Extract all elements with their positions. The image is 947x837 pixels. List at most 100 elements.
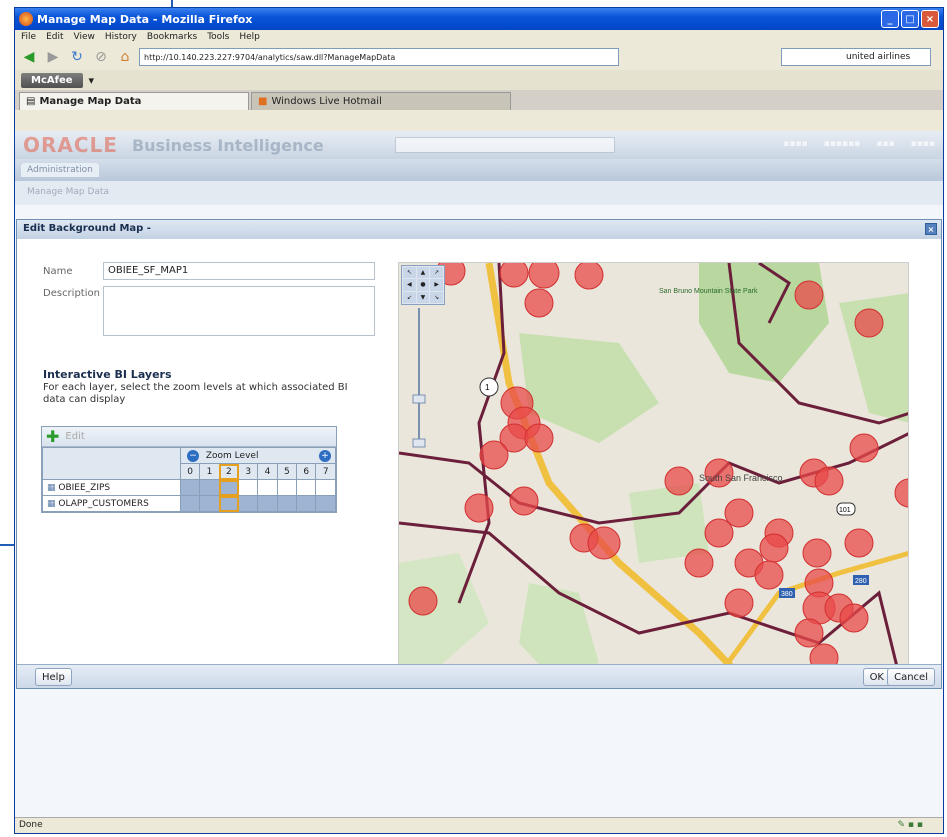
title-bar: Manage Map Data - Mozilla Firefox _ □ × <box>15 8 943 30</box>
zoom-cell[interactable] <box>218 495 240 512</box>
zoom-cell[interactable] <box>257 479 278 496</box>
help-button[interactable]: Help <box>35 668 72 686</box>
layer-icon: ▦ <box>47 482 56 493</box>
map-pan-control[interactable]: ↖ ▲ ↗ ◀ ● ▶ ↙ ▼ ↘ <box>401 265 445 305</box>
pan-sw-icon[interactable]: ↙ <box>403 291 416 303</box>
pan-se-icon[interactable]: ↘ <box>430 291 443 303</box>
menu-history[interactable]: History <box>105 32 137 42</box>
name-field[interactable]: OBIEE_SF_MAP1 <box>103 262 375 280</box>
obi-header: ORACLE Business Intelligence ▪▪▪▪ ▪▪▪▪▪▪ ▪… <box>15 131 943 159</box>
route-101-label: 101 <box>839 507 851 514</box>
route-1-label: 1 <box>485 383 490 392</box>
firefox-icon <box>19 12 33 26</box>
status-text: Done <box>19 820 43 830</box>
description-field[interactable] <box>103 286 375 336</box>
search-input[interactable]: united airlines <box>781 48 931 66</box>
zoom-cell[interactable] <box>199 479 220 496</box>
layers-toolbar: ✚ Edit <box>42 427 336 447</box>
zoom-cell[interactable] <box>296 495 317 512</box>
menu-edit[interactable]: Edit <box>46 32 63 42</box>
menu-tools[interactable]: Tools <box>207 32 229 42</box>
menu-view[interactable]: View <box>74 32 95 42</box>
zoom-cell[interactable] <box>315 495 336 512</box>
pan-s-icon[interactable]: ▼ <box>416 291 430 303</box>
name-label: Name <box>43 266 73 277</box>
home-icon[interactable]: ⌂ <box>115 47 135 67</box>
edit-label[interactable]: Edit <box>65 431 84 442</box>
zoom-out-icon[interactable]: − <box>187 449 199 462</box>
status-addon-icon[interactable]: ✎ ▪ ▪ <box>898 820 923 830</box>
zoom-level-1: 1 <box>199 463 220 480</box>
header-links: ▪▪▪▪ ▪▪▪▪▪▪ ▪▪▪ ▪▪▪▪ <box>783 139 935 149</box>
product-name: Business Intelligence <box>131 135 324 155</box>
background-map[interactable]: 1 101 380 280 South San Francisco San Br… <box>398 262 909 674</box>
maximize-button[interactable]: □ <box>901 10 919 28</box>
add-layer-icon[interactable]: ✚ <box>46 427 59 446</box>
zoom-cell[interactable] <box>179 495 201 512</box>
dialog-close-icon[interactable]: × <box>925 223 937 235</box>
menu-help[interactable]: Help <box>239 32 260 42</box>
pan-nw-icon[interactable]: ↖ <box>403 267 416 279</box>
tab-manage-map-data[interactable]: ▤ Manage Map Data <box>19 92 249 110</box>
pan-e-icon[interactable]: ▶ <box>430 279 443 291</box>
zoom-cell[interactable] <box>218 479 240 496</box>
cancel-button[interactable]: Cancel <box>887 668 935 686</box>
mcafee-button[interactable]: McAfee <box>21 72 83 88</box>
layers-title: Interactive BI Layers <box>43 368 172 381</box>
layers-table: ✚ Edit − Zoom Level + 01234567 ▦ OBIEE_Z… <box>41 426 337 513</box>
zoom-cell[interactable] <box>276 495 298 512</box>
zoom-cell[interactable] <box>296 479 317 496</box>
zoom-header: − Zoom Level + <box>180 447 336 464</box>
zoom-level-2: 2 <box>218 463 240 480</box>
reload-icon[interactable]: ↻ <box>67 47 87 67</box>
window-title: Manage Map Data - Mozilla Firefox <box>37 12 253 26</box>
layer-name: OBIEE_ZIPS <box>58 482 111 493</box>
minimize-button[interactable]: _ <box>881 10 899 28</box>
menu-file[interactable]: File <box>21 32 36 42</box>
pan-ne-icon[interactable]: ↗ <box>430 267 443 279</box>
zoom-cell[interactable] <box>179 479 201 496</box>
zoom-grid: − Zoom Level + 01234567 ▦ OBIEE_ZIPS ▦ O… <box>42 447 336 512</box>
route-380-label: 380 <box>781 591 793 598</box>
pan-w-icon[interactable]: ◀ <box>403 279 416 291</box>
forward-icon[interactable]: ▶ <box>43 47 63 67</box>
description-label: Description <box>43 288 100 299</box>
layer-name: OLAPP_CUSTOMERS <box>58 498 149 509</box>
header-search[interactable] <box>395 137 615 153</box>
zoom-slider-handle[interactable] <box>412 394 426 404</box>
park-label: San Bruno Mountain State Park <box>659 288 758 295</box>
mcafee-dropdown-icon[interactable]: ▾ <box>89 74 95 87</box>
tab-label: Windows Live Hotmail <box>271 96 382 107</box>
menu-bar: File Edit View History Bookmarks Tools H… <box>15 30 943 44</box>
pan-n-icon[interactable]: ▲ <box>416 267 430 279</box>
close-button[interactable]: × <box>921 10 939 28</box>
zoom-out-map-icon[interactable] <box>412 438 426 448</box>
dialog-header: Edit Background Map - × <box>17 220 941 239</box>
administration-tab[interactable]: Administration <box>21 163 99 177</box>
zoom-cell[interactable] <box>276 479 298 496</box>
zoom-cell[interactable] <box>199 495 220 512</box>
map-canvas: 1 101 380 280 South San Francisco San Br… <box>399 263 908 673</box>
menu-bookmarks[interactable]: Bookmarks <box>147 32 197 42</box>
mcafee-toolbar: McAfee ▾ <box>15 70 943 90</box>
stop-icon[interactable]: ⊘ <box>91 47 111 67</box>
layer-icon: ▦ <box>47 498 56 509</box>
route-280-label: 280 <box>855 578 867 585</box>
pan-center-icon[interactable]: ● <box>416 279 430 291</box>
url-bar[interactable]: http://10.140.223.227:9704/analytics/saw… <box>139 48 619 66</box>
zoom-cell[interactable] <box>238 495 259 512</box>
zoom-level-0: 0 <box>179 463 201 480</box>
zoom-cell[interactable] <box>257 495 278 512</box>
zoom-in-icon[interactable]: + <box>319 450 331 462</box>
city-label: South San Francisco <box>699 473 783 483</box>
zoom-level-label: Zoom Level <box>205 450 259 461</box>
browser-window: Manage Map Data - Mozilla Firefox _ □ × … <box>14 7 944 834</box>
back-icon[interactable]: ◀ <box>19 47 39 67</box>
tab-hotmail[interactable]: ■ Windows Live Hotmail <box>251 92 511 110</box>
desktop-lines <box>0 544 14 546</box>
breadcrumb: Manage Map Data <box>15 181 943 205</box>
name-value: OBIEE_SF_MAP1 <box>108 265 189 276</box>
zoom-level-5: 5 <box>276 463 298 480</box>
zoom-cell[interactable] <box>238 479 259 496</box>
zoom-cell[interactable] <box>315 479 336 496</box>
